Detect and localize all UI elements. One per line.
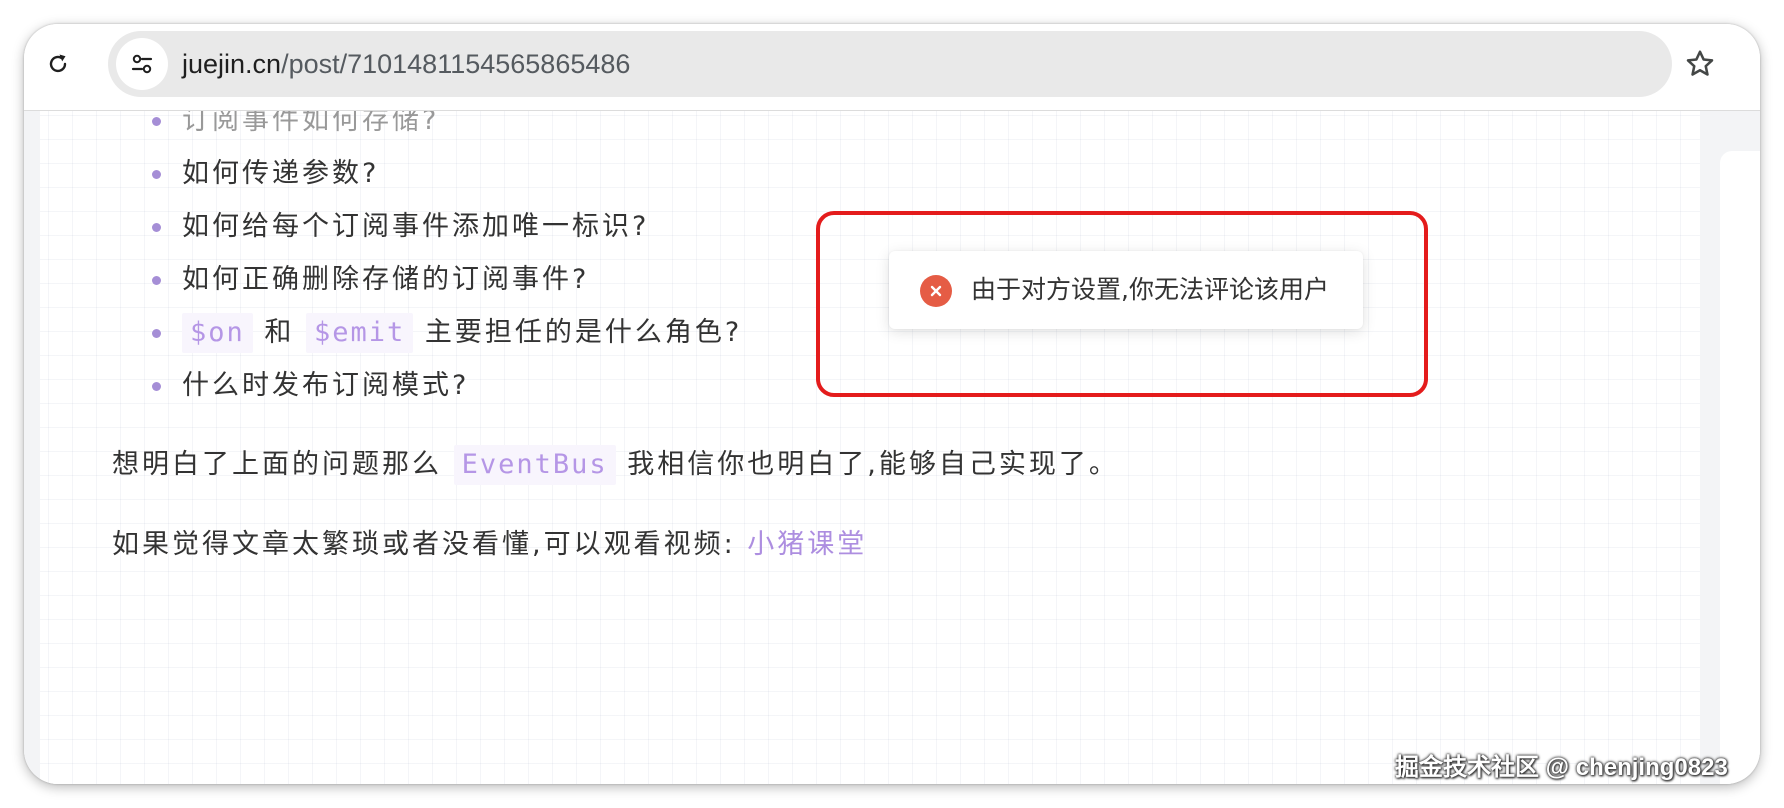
screen: juejin.cn/post/7101481154565865486 订阅事件如… (0, 0, 1784, 808)
list-item-text: 如何给每个订阅事件添加唯一标识? (182, 211, 650, 242)
url-path: /post/7101481154565865486 (281, 49, 631, 79)
list-item-text: 如何传递参数? (182, 158, 380, 189)
scrollbar[interactable] (1720, 151, 1760, 784)
bullet-dot (152, 276, 161, 285)
bullet-dot (152, 117, 161, 126)
browser-window: juejin.cn/post/7101481154565865486 订阅事件如… (24, 24, 1760, 784)
paragraph-text: 我相信你也明白了,能够自己实现了。 (627, 449, 1119, 480)
paragraph-eventbus: 想明白了上面的问题那么 EventBus 我相信你也明白了,能够自己实现了。 (112, 443, 1119, 487)
url-text[interactable]: juejin.cn/post/7101481154565865486 (182, 31, 630, 97)
paragraph-text: 如果觉得文章太繁琐或者没看懂,可以观看视频: (112, 529, 736, 560)
inline-code-eventbus: EventBus (453, 445, 616, 485)
list-item-text: 订阅事件如何存储? (182, 111, 440, 136)
browser-toolbar: juejin.cn/post/7101481154565865486 (24, 24, 1760, 111)
list-item-text: 什么时发布订阅模式? (182, 370, 470, 401)
inline-code-emit: $emit (305, 313, 414, 353)
bullet-dot (152, 170, 161, 179)
list-item-text: 如何正确删除存储的订阅事件? (182, 264, 590, 295)
error-toast: 由于对方设置,你无法评论该用户 (889, 251, 1363, 329)
tune-icon (131, 54, 153, 74)
toast-message: 由于对方设置,你无法评论该用户 (971, 275, 1329, 304)
list-item-rest: 主要担任的是什么角色? (424, 317, 743, 348)
reload-button[interactable] (38, 44, 78, 84)
url-host: juejin.cn (182, 49, 282, 79)
list-item-text: $on 和 $emit 主要担任的是什么角色? (182, 311, 742, 355)
address-bar[interactable]: juejin.cn/post/7101481154565865486 (108, 31, 1714, 97)
bookmark-button[interactable] (1680, 44, 1720, 84)
star-icon (1686, 50, 1714, 76)
bullet-dot (152, 223, 161, 232)
paragraph-video: 如果觉得文章太繁琐或者没看懂,可以观看视频: 小猪课堂 (112, 523, 867, 567)
video-link[interactable]: 小猪课堂 (747, 529, 867, 560)
bullet-dot (152, 329, 161, 338)
inline-code-on: $on (182, 313, 253, 353)
error-icon (920, 275, 952, 307)
paragraph-text: 想明白了上面的问题那么 (112, 449, 442, 480)
list-item-connector: 和 (264, 317, 295, 348)
watermark: 掘金技术社区 @ chenjing0823 (1395, 754, 1728, 781)
reload-icon (49, 54, 67, 73)
site-info-button[interactable] (116, 38, 168, 90)
bullet-dot (152, 382, 161, 391)
